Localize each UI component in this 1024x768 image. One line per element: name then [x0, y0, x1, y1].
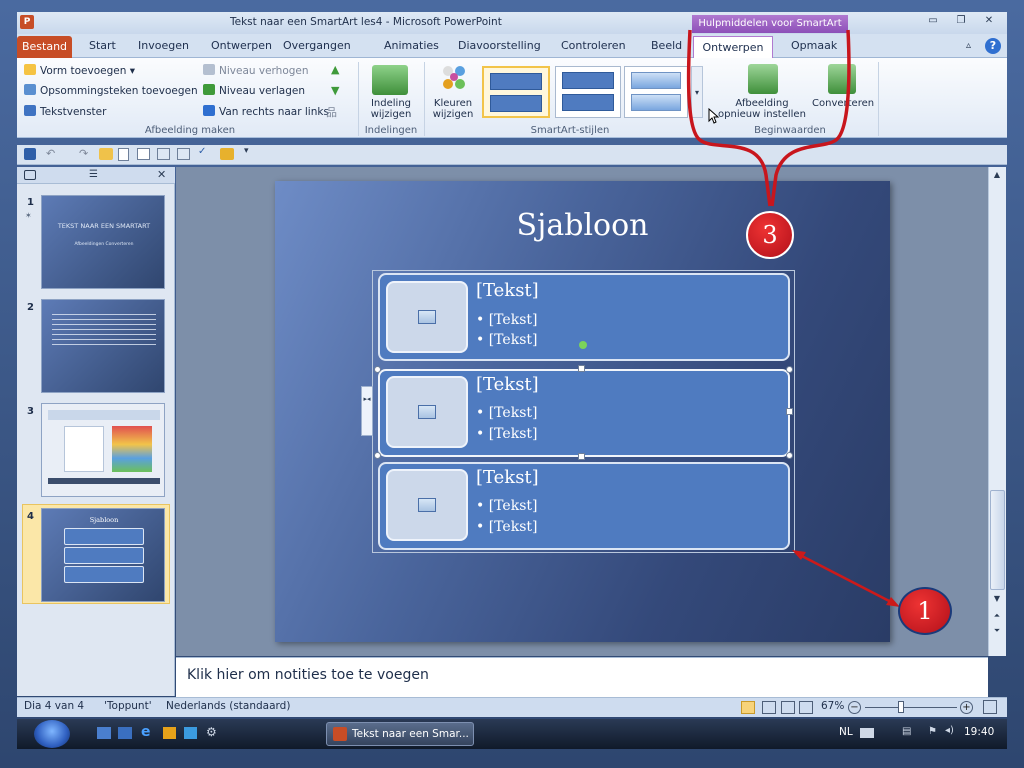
annotation-overlay [686, 29, 900, 607]
annotation-arrow [795, 551, 896, 606]
callout-badge-1: 1 [898, 587, 952, 635]
arrow-head-start [792, 550, 806, 560]
callout-badge-3: 3 [746, 211, 794, 259]
mouse-cursor-icon [708, 108, 720, 124]
